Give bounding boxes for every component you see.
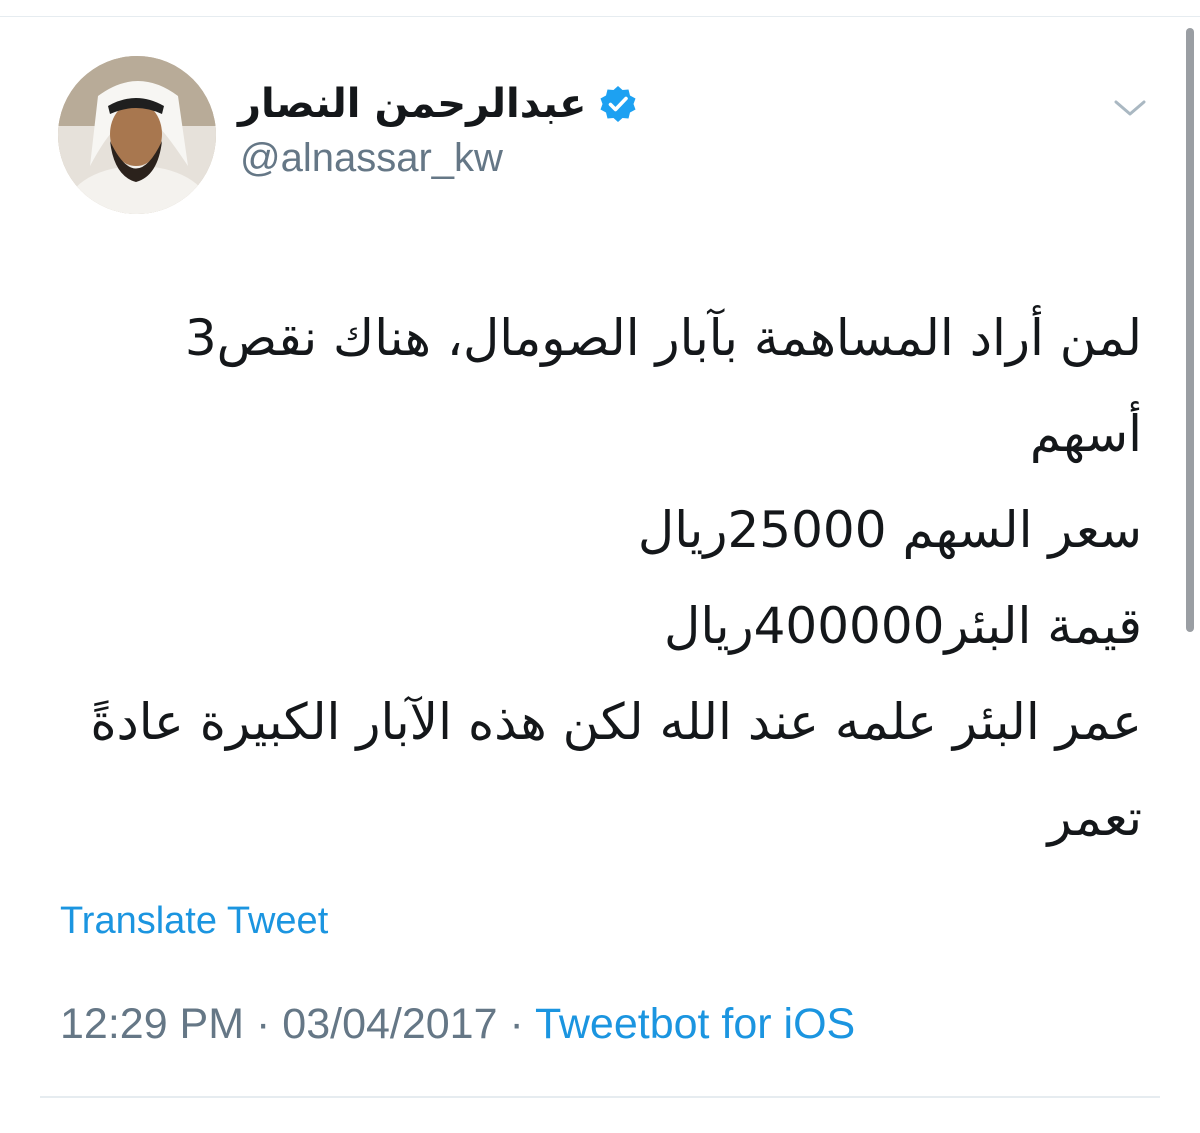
verified-badge-icon (600, 86, 636, 122)
tweet-line: عمر البئر علمه عند الله لكن هذه الآبار ا… (90, 693, 1142, 751)
tweet-time: 12:29 PM (60, 1000, 245, 1048)
author-handle[interactable]: @alnassar_kw (240, 136, 503, 181)
tweet-line: قيمة البئر400000ريال (664, 597, 1142, 655)
avatar[interactable] (58, 56, 216, 214)
chevron-down-icon[interactable] (1110, 92, 1150, 124)
bottom-divider (40, 1096, 1160, 1098)
tweet-line: سعر السهم 25000ريال (637, 501, 1142, 559)
meta-separator: · (509, 1000, 524, 1048)
tweet-date: 03/04/2017 (282, 1000, 498, 1048)
tweet-source-link[interactable]: Tweetbot for iOS (535, 1000, 855, 1048)
top-divider (0, 0, 1200, 17)
tweet-line: تعمر (1047, 789, 1142, 847)
scrollbar[interactable] (1186, 28, 1194, 632)
tweet-line: لمن أراد المساهمة بآبار الصومال، هناك نق… (184, 309, 1142, 367)
tweet-text: لمن أراد المساهمة بآبار الصومال، هناك نق… (40, 290, 1142, 866)
translate-tweet-link[interactable]: Translate Tweet (60, 900, 328, 943)
tweet-meta: 12:29 PM · 03/04/2017 · Tweetbot for iOS (60, 1000, 855, 1049)
tweet-line: أسهم (1029, 405, 1142, 463)
author-name-row[interactable]: عبدالرحمن النصار (238, 74, 638, 134)
author-display-name[interactable]: عبدالرحمن النصار (238, 81, 586, 127)
meta-separator: · (256, 1000, 271, 1048)
avatar-photo (58, 56, 216, 214)
